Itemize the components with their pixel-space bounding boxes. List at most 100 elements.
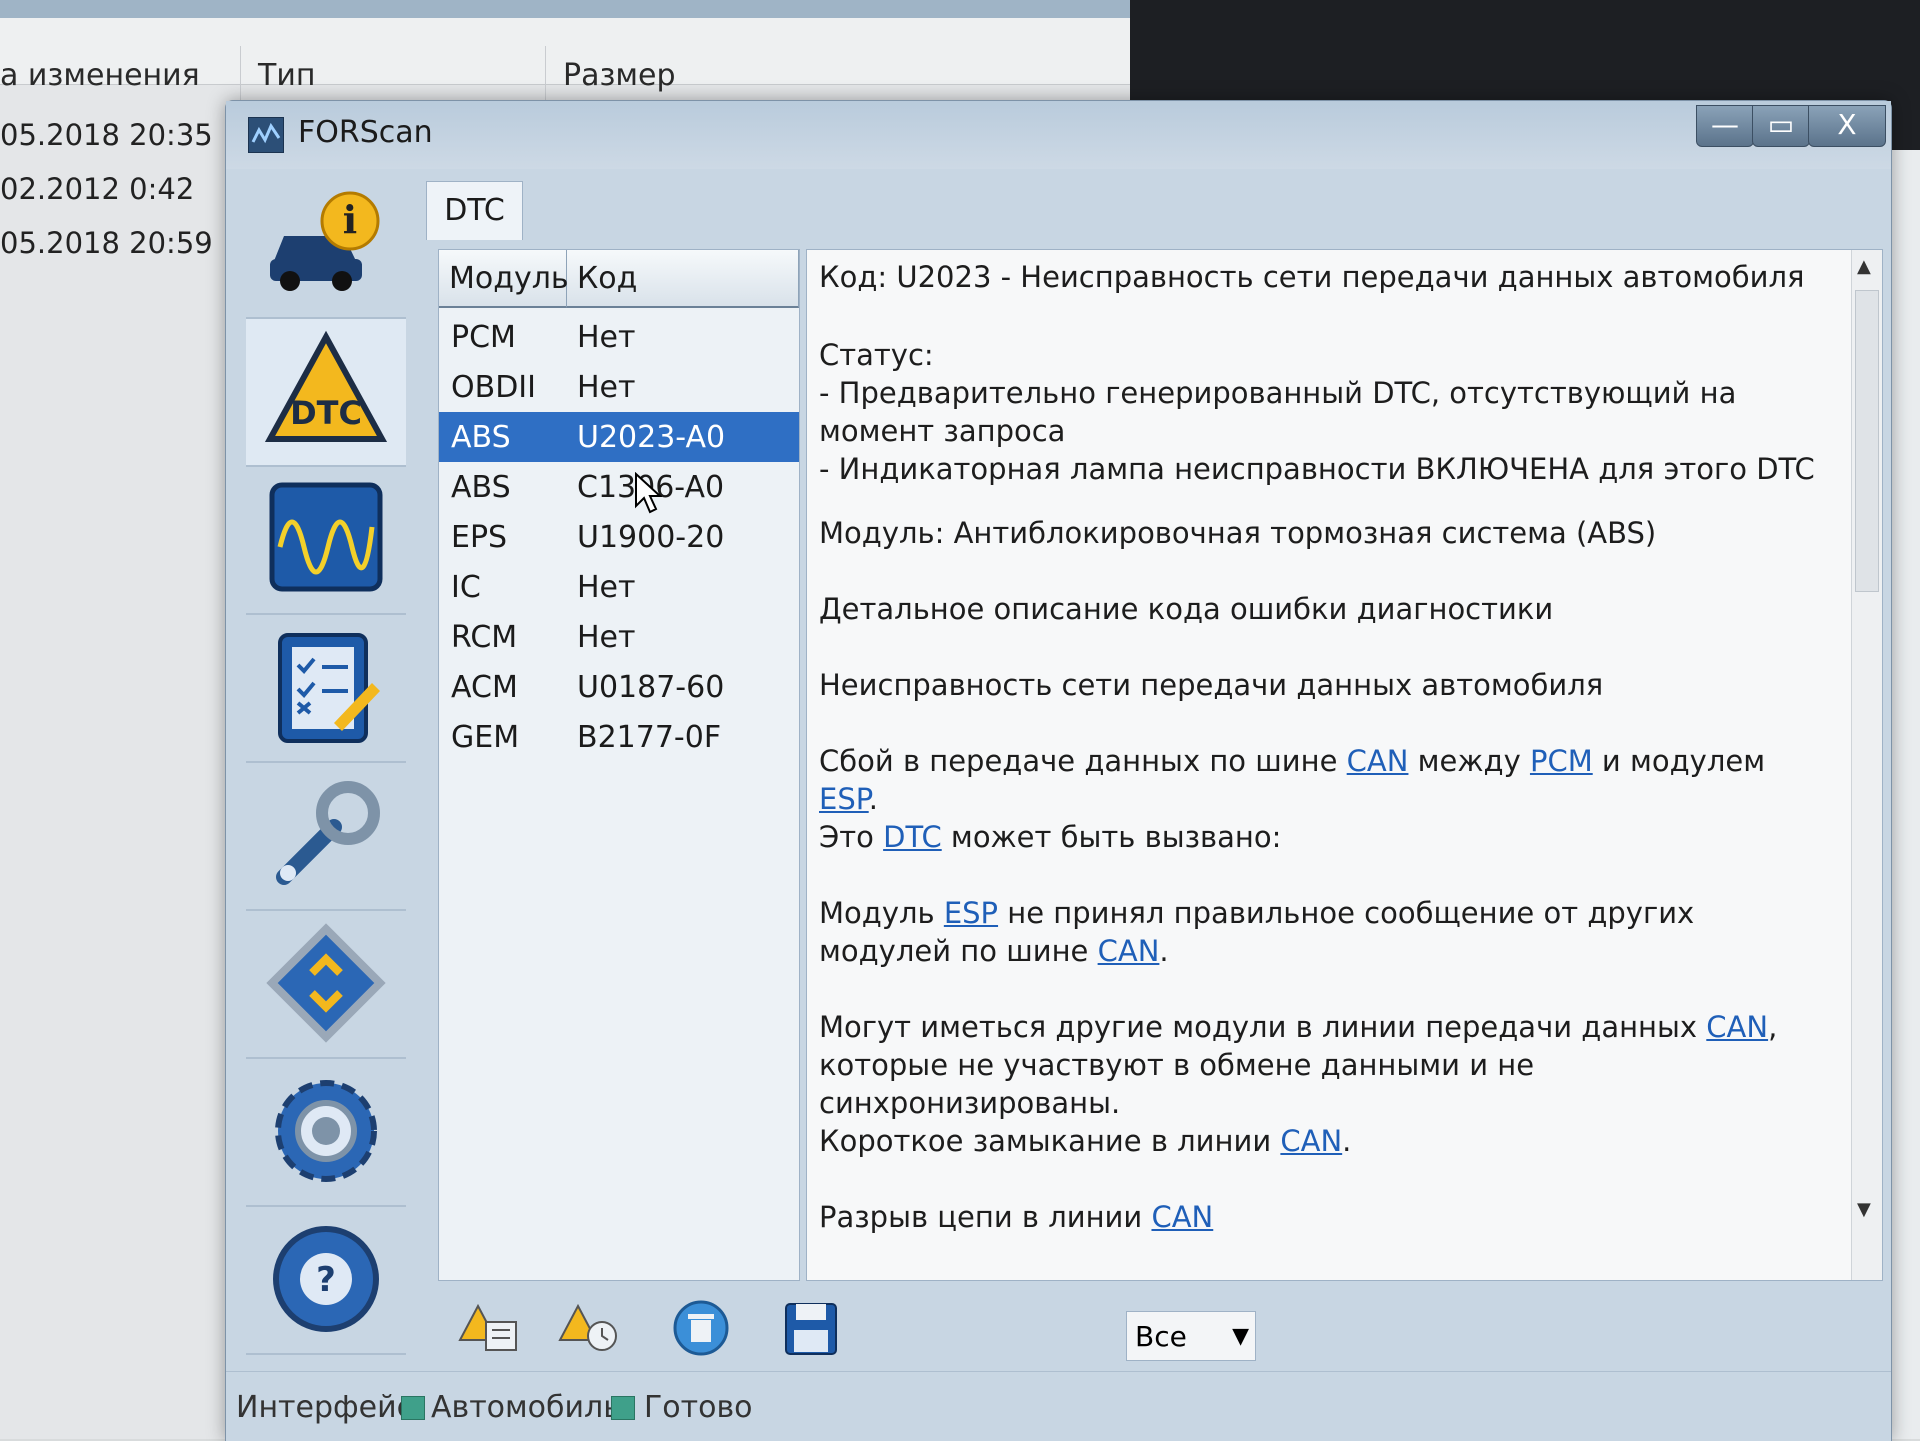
text: Разрыв цепи в линии	[819, 1200, 1152, 1234]
interface-status-led	[401, 1396, 425, 1420]
sidebar-item-settings[interactable]	[246, 1059, 406, 1207]
background-titlebar	[0, 0, 1130, 18]
checklist-icon	[278, 633, 380, 743]
status-label: Статус:	[819, 338, 934, 372]
code-cell: U2023-A0	[577, 420, 726, 455]
column-modified[interactable]: а изменения	[0, 58, 200, 93]
link-can[interactable]: CAN	[1151, 1200, 1213, 1234]
column-header-module[interactable]: Модуль	[439, 250, 569, 308]
sidebar-item-dtc[interactable]: DTC	[246, 319, 406, 467]
link-esp[interactable]: ESP	[944, 896, 998, 930]
module-cell: RCM	[451, 620, 518, 655]
module-cell: IC	[451, 570, 481, 605]
link-can[interactable]: CAN	[1280, 1124, 1342, 1158]
text: Модуль	[819, 896, 944, 930]
scroll-up-icon[interactable]: ▲	[1857, 256, 1871, 277]
link-can[interactable]: CAN	[1347, 744, 1409, 778]
code-cell: Нет	[577, 620, 636, 655]
description-paragraph: Сбой в передаче данных по шине CAN между…	[819, 742, 1829, 818]
save-button[interactable]	[776, 1296, 846, 1360]
link-esp[interactable]: ESP	[819, 782, 869, 816]
svg-text:i: i	[343, 197, 357, 242]
sidebar-item-config[interactable]	[246, 911, 406, 1059]
table-row[interactable]: GEM B2177-0F	[439, 712, 799, 762]
sidebar-item-oscilloscope[interactable]	[246, 467, 406, 615]
filter-value: Все	[1135, 1320, 1187, 1353]
text: и модулем	[1592, 744, 1766, 778]
link-pcm[interactable]: PCM	[1530, 744, 1593, 778]
text: может быть вызвано:	[941, 820, 1282, 854]
text: Это	[819, 820, 884, 854]
tab-dtc[interactable]: DTC	[426, 181, 523, 240]
titlebar[interactable]: FORScan — ▭ X	[226, 101, 1891, 169]
text: Сбой в передаче данных по шине	[819, 744, 1347, 778]
table-row[interactable]: ABS C1306-A0	[439, 462, 799, 512]
chip-icon	[266, 923, 386, 1043]
column-separator	[240, 46, 241, 102]
window-title: FORScan	[298, 115, 433, 150]
monitor-dtc-button[interactable]	[556, 1296, 626, 1360]
code-cell: Нет	[577, 570, 636, 605]
list-item[interactable]: 05.2018 20:35	[0, 118, 213, 152]
link-can[interactable]: CAN	[1098, 934, 1160, 968]
sidebar-item-help[interactable]: ?	[246, 1207, 406, 1355]
table-row[interactable]: ACM U0187-60	[439, 662, 799, 712]
chevron-down-icon[interactable]: ▼	[1232, 1312, 1249, 1362]
description-paragraph: Разрыв цепи в линии CAN	[819, 1198, 1829, 1236]
link-can[interactable]: CAN	[1706, 1010, 1768, 1044]
link-dtc[interactable]: DTC	[883, 820, 942, 854]
table-row[interactable]: IC Нет	[439, 562, 799, 612]
description-paragraph: Модуль ESP не принял правильное сообщени…	[819, 894, 1829, 970]
car-info-icon: i	[270, 191, 380, 291]
column-type[interactable]: Тип	[258, 58, 315, 93]
gear-icon	[275, 1080, 377, 1182]
description-heading: Детальное описание кода ошибки диагности…	[819, 592, 1554, 626]
text: .	[1342, 1124, 1352, 1158]
minimize-button[interactable]: —	[1696, 105, 1754, 147]
scroll-thumb[interactable]	[1855, 290, 1879, 592]
module-list: Модуль Код PCM Нет OBDII Нет ABS U2023-A…	[438, 249, 800, 1281]
table-row[interactable]: RCM Нет	[439, 612, 799, 662]
dtc-filter-select[interactable]: Все ▼	[1126, 1311, 1256, 1361]
close-button[interactable]: X	[1808, 105, 1886, 147]
table-row[interactable]: OBDII Нет	[439, 362, 799, 412]
code-cell: U0187-60	[577, 670, 725, 705]
module-cell: ABS	[451, 420, 511, 455]
list-item[interactable]: 02.2012 0:42	[0, 172, 194, 206]
table-row[interactable]: EPS U1900-20	[439, 512, 799, 562]
vehicle-label: Автомобиль:	[431, 1390, 631, 1425]
list-item[interactable]: 05.2018 20:59	[0, 226, 213, 260]
description-paragraph: Могут иметься другие модули в линии пере…	[819, 1008, 1829, 1122]
warning-clock-icon	[558, 1303, 617, 1351]
text: .	[868, 782, 878, 816]
column-size[interactable]: Размер	[563, 58, 676, 93]
column-header-code[interactable]: Код	[567, 250, 799, 308]
description-paragraph: Короткое замыкание в линии CAN.	[819, 1122, 1829, 1160]
table-row[interactable]: PCM Нет	[439, 312, 799, 362]
maximize-button[interactable]: ▭	[1752, 105, 1810, 147]
column-separator	[545, 46, 546, 102]
svg-text:?: ?	[316, 1260, 336, 1300]
code-cell: B2177-0F	[577, 720, 722, 755]
module-line: Модуль: Антиблокировочная тормозная сист…	[819, 516, 1657, 550]
forscan-window: FORScan — ▭ X i DTC ? DTC Модуль Код PCM…	[225, 100, 1892, 1441]
dtc-code-line: Код: U2023 - Неисправность сети передачи…	[819, 260, 1805, 294]
dtc-warning-icon: DTC	[264, 330, 388, 442]
interface-label: Интерфейс:	[236, 1390, 424, 1425]
read-dtc-button[interactable]	[456, 1296, 526, 1360]
module-cell: ACM	[451, 670, 518, 705]
sidebar-item-vehicle-info[interactable]: i	[246, 171, 406, 319]
scroll-down-icon[interactable]: ▼	[1857, 1199, 1871, 1220]
floppy-disk-icon	[785, 1303, 837, 1355]
table-row-selected[interactable]: ABS U2023-A0	[439, 412, 799, 462]
text: .	[1159, 934, 1169, 968]
vehicle-status-led	[611, 1396, 635, 1420]
clear-dtc-button[interactable]	[666, 1296, 736, 1360]
sidebar-item-service[interactable]	[246, 763, 406, 911]
sidebar-item-tests[interactable]	[246, 615, 406, 763]
text: Могут иметься другие модули в линии пере…	[819, 1010, 1707, 1044]
details-scrollbar[interactable]: ▲ ▼	[1851, 250, 1882, 1280]
text: Короткое замыкание в линии	[819, 1124, 1281, 1158]
help-steering-icon: ?	[273, 1226, 379, 1332]
status-item: - Предварительно генерированный DTC, отс…	[819, 376, 1737, 448]
